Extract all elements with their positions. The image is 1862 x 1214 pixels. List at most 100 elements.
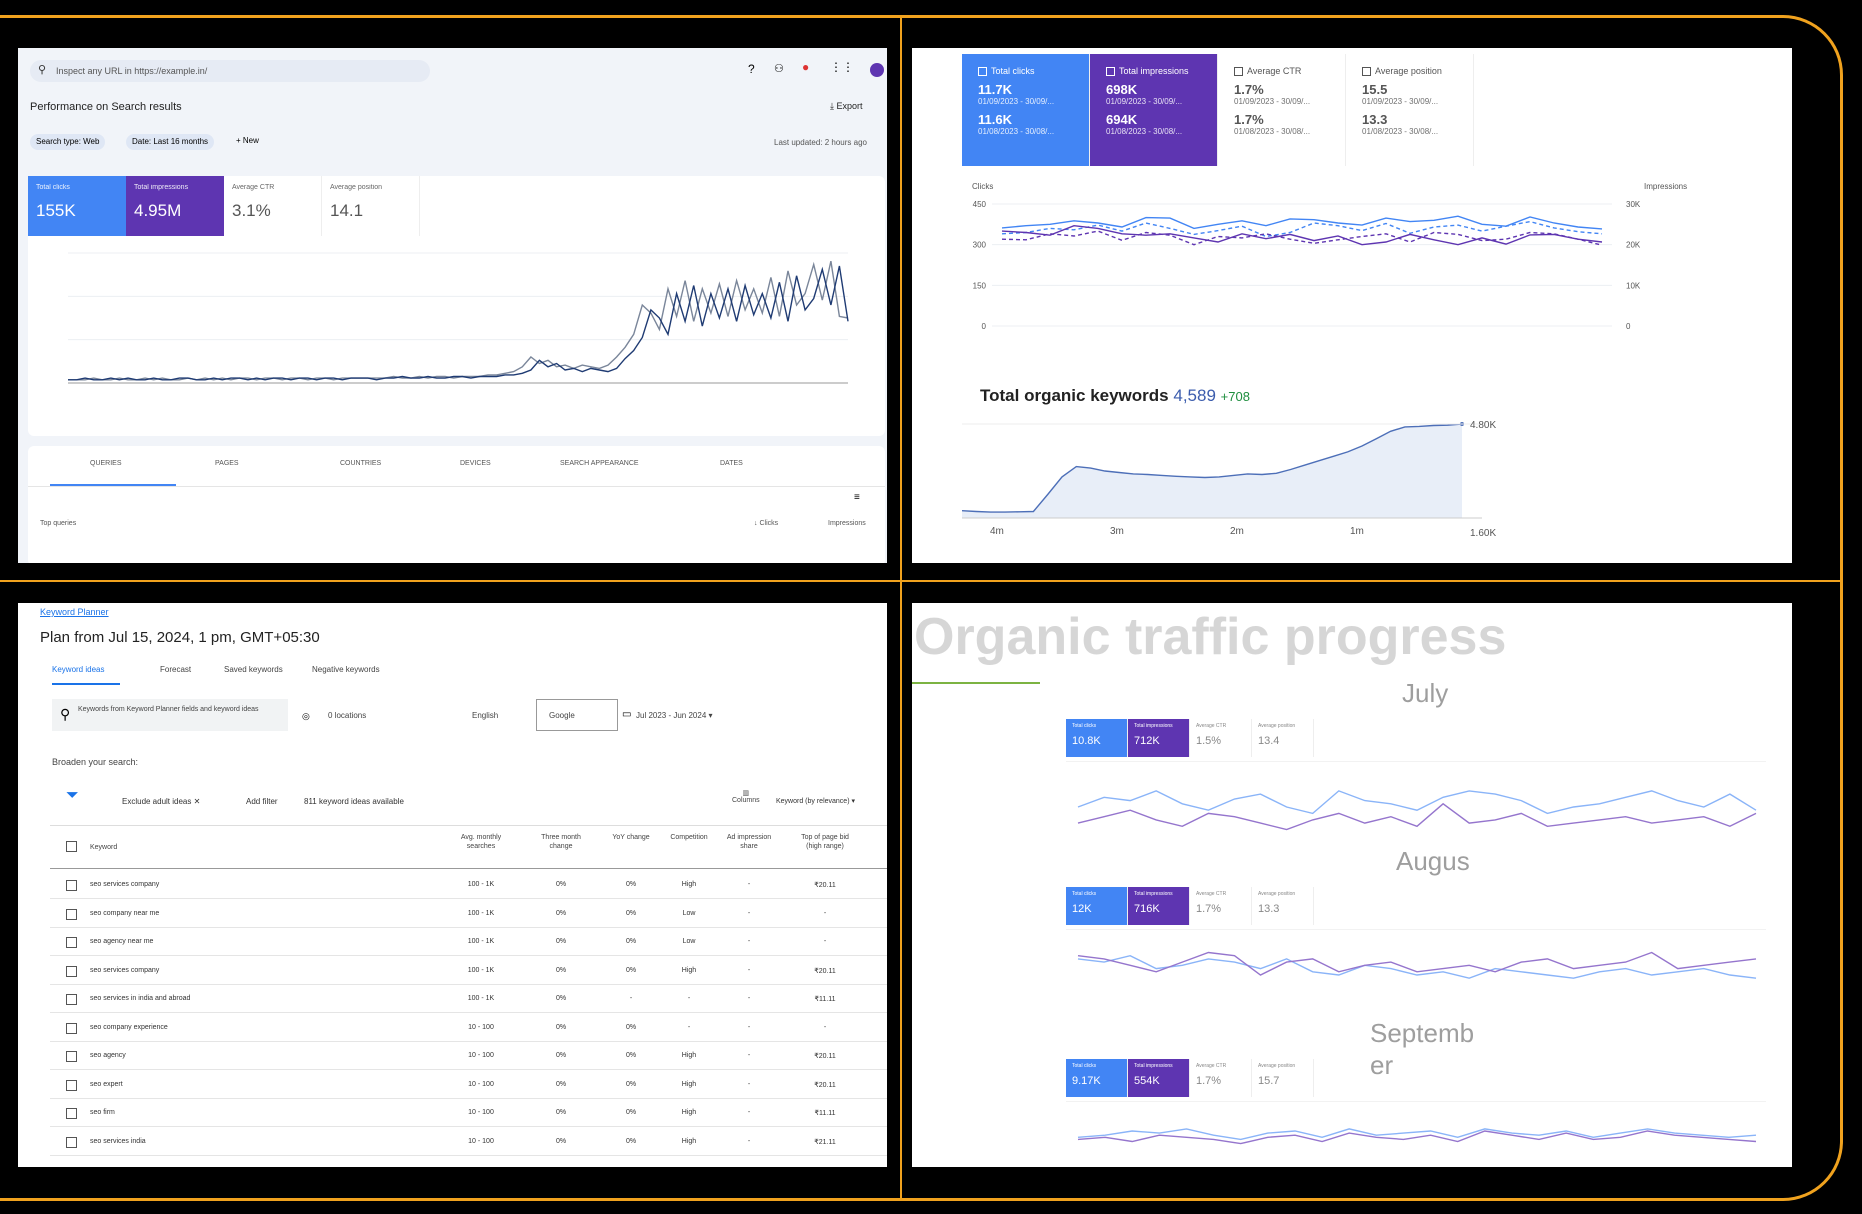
avatar[interactable] bbox=[870, 63, 884, 77]
tab-countries[interactable]: COUNTRIES bbox=[340, 460, 381, 467]
column-header[interactable]: Keyword bbox=[90, 843, 290, 852]
metric-total-impressions[interactable]: Total impressions 554K bbox=[1128, 1059, 1190, 1097]
col-clicks[interactable]: ↓ Clicks bbox=[754, 520, 778, 527]
column-header[interactable]: Competition bbox=[658, 833, 720, 842]
new-filter-button[interactable]: + New bbox=[236, 136, 259, 145]
tab-saved-keywords[interactable]: Saved keywords bbox=[224, 665, 283, 674]
table-row[interactable]: seo agency near me 100 - 1K 0% 0% Low - - bbox=[50, 928, 887, 956]
cell: - bbox=[747, 995, 751, 1002]
metric-card-total-impressions[interactable]: Total impressions 698K 01/09/2023 - 30/09/… bbox=[1090, 54, 1218, 166]
search-bar[interactable]: ⚲ Inspect any URL in https://example.in/ bbox=[30, 60, 430, 82]
row-checkbox[interactable] bbox=[66, 1079, 77, 1091]
row-checkbox[interactable] bbox=[66, 1051, 77, 1062]
users-icon[interactable]: ⚇ bbox=[774, 62, 784, 75]
metric-total-impressions[interactable]: Total impressions 4.95M bbox=[126, 176, 224, 236]
network-selector[interactable]: Google bbox=[536, 699, 618, 731]
sort-selector[interactable]: Keyword (by relevance) ▾ bbox=[776, 797, 855, 805]
metric-average-position[interactable]: Average position 13.4 bbox=[1252, 719, 1314, 757]
cell: 0% bbox=[625, 966, 637, 974]
month-chart bbox=[1066, 929, 1766, 979]
tab-devices[interactable]: DEVICES bbox=[460, 460, 491, 467]
column-header[interactable]: YoY change bbox=[600, 833, 662, 842]
table-row[interactable]: seo services india 10 - 100 0% 0% High - ₹21.1… bbox=[50, 1128, 887, 1156]
row-checkbox[interactable] bbox=[66, 1022, 77, 1034]
col-impressions[interactable]: Impressions bbox=[828, 520, 866, 527]
card-value: 554K bbox=[1134, 1075, 1160, 1087]
metric-average-position[interactable]: Average position 13.3 bbox=[1252, 887, 1314, 925]
search-input[interactable]: Inspect any URL in https://example.in/ bbox=[56, 66, 207, 76]
filter-icon[interactable]: ≡ bbox=[854, 492, 860, 503]
cell: Low bbox=[682, 938, 696, 945]
location-selector[interactable]: 0 locations bbox=[328, 711, 366, 720]
table-header: Keyword Avg. monthly searches Three month … bbox=[50, 827, 887, 869]
metric-total-clicks[interactable]: Total clicks 12K bbox=[1066, 887, 1128, 925]
row-checkbox[interactable] bbox=[66, 908, 77, 920]
cell: 100 - 1K bbox=[467, 938, 495, 945]
metric-total-impressions[interactable]: Total impressions 716K bbox=[1128, 887, 1190, 925]
tab-pages[interactable]: PAGES bbox=[215, 460, 239, 467]
table-row[interactable]: seo agency 10 - 100 0% 0% High - ₹20.11 bbox=[50, 1042, 887, 1070]
apps-icon[interactable]: ⋮⋮ bbox=[830, 60, 854, 74]
table-row[interactable]: seo services company 100 - 1K 0% 0% High - ₹20… bbox=[50, 871, 887, 899]
row-checkbox[interactable] bbox=[66, 1108, 77, 1119]
cell: - bbox=[747, 1080, 751, 1088]
column-header[interactable]: Avg. monthly searches bbox=[450, 833, 512, 851]
row-checkbox[interactable] bbox=[66, 880, 77, 891]
metric-card-average-ctr[interactable]: Average CTR 1.7% 01/09/2023 - 30/09/... 1.7… bbox=[1218, 54, 1346, 166]
funnel-icon[interactable]: ⏷ bbox=[66, 787, 79, 805]
metric-average-ctr[interactable]: Average CTR 1.7% bbox=[1190, 887, 1252, 925]
filter-date[interactable]: Date: Last 16 months bbox=[126, 134, 215, 150]
table-row[interactable]: seo firm 10 - 100 0% 0% High - ₹11.11 bbox=[50, 1099, 887, 1127]
card-value-current: 11.7K bbox=[978, 82, 1012, 98]
table-row[interactable]: seo company experience 10 - 100 0% 0% - - - bbox=[50, 1014, 887, 1042]
column-header[interactable]: Ad impression share bbox=[718, 833, 780, 851]
help-icon[interactable]: ? bbox=[748, 62, 755, 76]
metric-card-average-position[interactable]: Average position 15.5 01/09/2023 - 30/09/.… bbox=[1346, 54, 1474, 166]
table-row[interactable]: seo services in india and abroad 100 - 1K… bbox=[50, 985, 887, 1013]
metric-card-total-clicks[interactable]: Total clicks 11.7K 01/09/2023 - 30/09/... 1… bbox=[962, 54, 1090, 166]
row-checkbox[interactable] bbox=[66, 1136, 77, 1148]
metric-total-clicks[interactable]: Total clicks 9.17K bbox=[1066, 1059, 1128, 1097]
notification-icon[interactable]: ● bbox=[802, 60, 809, 74]
table-row[interactable]: seo services company 100 - 1K 0% 0% High - ₹20… bbox=[50, 957, 887, 985]
table-row[interactable]: seo company near me 100 - 1K 0% 0% Low - - bbox=[50, 900, 887, 928]
metric-total-clicks[interactable]: Total clicks 155K bbox=[28, 176, 126, 236]
metric-average-ctr[interactable]: Average CTR 3.1% bbox=[224, 176, 322, 236]
column-header[interactable]: Top of page bid (high range) bbox=[794, 833, 856, 851]
metric-average-position[interactable]: Average position 14.1 bbox=[322, 176, 420, 236]
language-selector[interactable]: English bbox=[472, 711, 498, 720]
export-button[interactable]: ⤓ Export bbox=[830, 101, 863, 112]
cell: High bbox=[681, 1109, 697, 1116]
add-filter-button[interactable]: Add filter bbox=[246, 797, 278, 806]
metric-total-clicks[interactable]: Total clicks 10.8K bbox=[1066, 719, 1128, 757]
columns-button[interactable]: ▥ Columns bbox=[732, 789, 760, 804]
cell: 10 - 100 bbox=[468, 1109, 494, 1116]
tab-forecast[interactable]: Forecast bbox=[160, 665, 191, 674]
table-row[interactable]: seo expert 10 - 100 0% 0% High - ₹20.11 bbox=[50, 1071, 887, 1099]
exclude-adult-chip[interactable]: Exclude adult ideas ✕ bbox=[122, 797, 200, 806]
x-tick: 1m bbox=[1350, 526, 1364, 537]
tab-dates[interactable]: DATES bbox=[720, 460, 743, 467]
card-label: Average position bbox=[1362, 66, 1457, 77]
metric-average-ctr[interactable]: Average CTR 1.7% bbox=[1190, 1059, 1252, 1097]
cell: 0% bbox=[555, 1023, 567, 1031]
select-all-checkbox[interactable] bbox=[66, 841, 77, 852]
broaden-search-title: Broaden your search: bbox=[52, 757, 139, 767]
metric-average-position[interactable]: Average position 15.7 bbox=[1252, 1059, 1314, 1097]
keyword-search-input[interactable]: Keywords from Keyword Planner fields and… bbox=[78, 705, 283, 714]
metric-average-ctr[interactable]: Average CTR 1.5% bbox=[1190, 719, 1252, 757]
tab-negative-keywords[interactable]: Negative keywords bbox=[312, 665, 380, 674]
cell: 0% bbox=[555, 966, 567, 974]
filter-search-type[interactable]: Search type: Web bbox=[30, 134, 106, 150]
metric-total-impressions[interactable]: Total impressions 712K bbox=[1128, 719, 1190, 757]
keyword-search-box[interactable]: ⚲ Keywords from Keyword Planner fields a… bbox=[52, 699, 288, 731]
row-checkbox[interactable] bbox=[66, 994, 77, 1005]
row-checkbox[interactable] bbox=[66, 965, 77, 977]
tab-keyword-ideas[interactable]: Keyword ideas bbox=[52, 665, 104, 674]
tab-queries[interactable]: QUERIES bbox=[90, 460, 122, 467]
tab-search-appearance[interactable]: SEARCH APPEARANCE bbox=[560, 460, 639, 467]
breadcrumb[interactable]: Keyword Planner bbox=[40, 607, 109, 617]
date-range-selector[interactable]: Jul 2023 - Jun 2024 ▾ bbox=[636, 711, 713, 720]
row-checkbox[interactable] bbox=[66, 937, 77, 948]
column-header[interactable]: Three month change bbox=[530, 833, 592, 851]
